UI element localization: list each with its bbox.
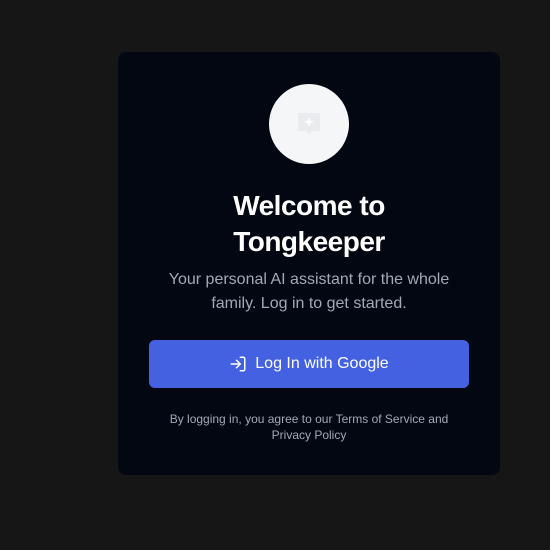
subtitle: Your personal AI assistant for the whole… <box>148 268 470 316</box>
terms-notice: By logging in, you agree to our Terms of… <box>148 411 470 443</box>
terms-line-1: By logging in, you agree to our Terms of… <box>169 412 449 426</box>
login-card: Welcome to Tongkeeper Your personal AI a… <box>118 52 500 475</box>
page-title: Welcome to Tongkeeper <box>118 188 500 260</box>
app-logo <box>269 84 349 164</box>
subtitle-line-1: Your personal AI assistant for the whole <box>168 271 450 288</box>
title-line-1: Welcome to <box>233 190 385 221</box>
log-in-icon <box>229 355 247 373</box>
login-page: Welcome to Tongkeeper Your personal AI a… <box>0 0 550 550</box>
subtitle-line-2: family. Log in to get started. <box>211 295 407 312</box>
terms-line-2: Privacy Policy <box>271 428 347 442</box>
title-line-2: Tongkeeper <box>233 226 385 257</box>
chat-bubble-sparkle-icon <box>293 108 325 140</box>
login-button-label: Log In with Google <box>255 355 389 372</box>
login-with-google-button[interactable]: Log In with Google <box>149 340 469 388</box>
